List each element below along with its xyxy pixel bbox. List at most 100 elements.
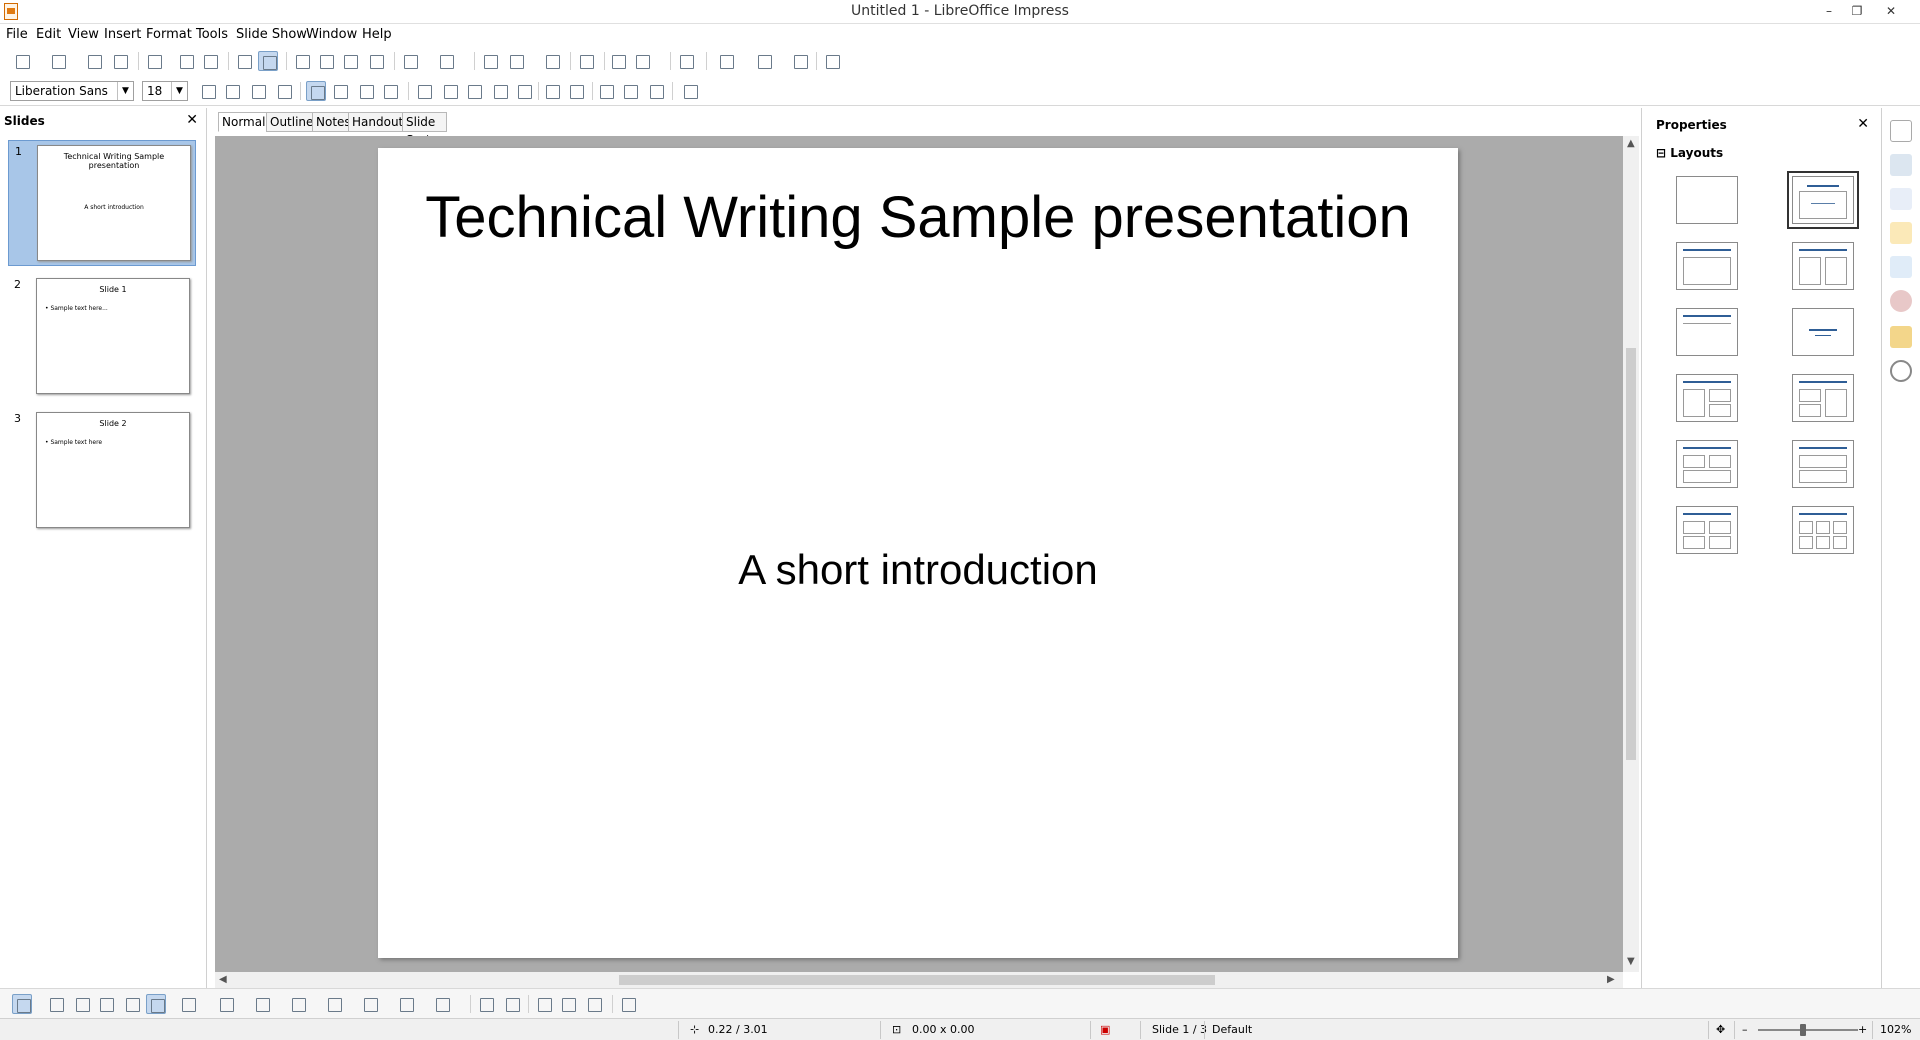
paragraph-icon[interactable] xyxy=(620,81,640,101)
menu-help[interactable]: Help xyxy=(362,27,392,42)
master-slide-icon[interactable] xyxy=(790,51,810,71)
auto-spellcheck-icon[interactable] xyxy=(258,51,278,71)
stars-icon[interactable] xyxy=(432,994,452,1014)
layout-title-slide[interactable] xyxy=(1787,171,1859,229)
restore-button[interactable]: ❐ xyxy=(1846,2,1868,20)
curve-icon[interactable] xyxy=(178,994,198,1014)
insert-image-icon[interactable] xyxy=(558,994,578,1014)
email-icon[interactable] xyxy=(110,51,130,71)
menu-tools[interactable]: Tools xyxy=(196,27,228,42)
display-grid-icon[interactable] xyxy=(542,51,562,71)
master-page-name[interactable]: Default xyxy=(1212,1023,1252,1036)
sidebar-menu-icon[interactable] xyxy=(1890,120,1912,142)
layout-title-only[interactable] xyxy=(1676,308,1738,356)
edit-file-icon[interactable] xyxy=(144,51,164,71)
horizontal-scrollbar[interactable]: ◀ ▶ xyxy=(215,972,1623,988)
layout-title-6-content[interactable] xyxy=(1792,506,1854,554)
bullets-icon[interactable] xyxy=(414,81,434,101)
paste-icon[interactable] xyxy=(340,51,360,71)
undo-icon[interactable] xyxy=(400,51,420,71)
callouts-icon[interactable] xyxy=(396,994,416,1014)
display-views-icon[interactable] xyxy=(754,51,774,71)
menu-window[interactable]: Window xyxy=(306,27,357,42)
styles-icon[interactable] xyxy=(1890,290,1912,312)
copy-icon[interactable] xyxy=(316,51,336,71)
menu-slide-show[interactable]: Slide Show xyxy=(236,27,307,42)
block-arrows-icon[interactable] xyxy=(324,994,344,1014)
tab-normal[interactable]: Normal xyxy=(218,112,270,132)
connector-icon[interactable] xyxy=(216,994,236,1014)
start-slideshow-icon[interactable] xyxy=(822,51,842,71)
ellipse-icon[interactable] xyxy=(122,994,142,1014)
zoom-out-button[interactable]: – xyxy=(1742,1023,1748,1036)
font-color-icon[interactable] xyxy=(680,81,700,101)
slide-thumbnail-3[interactable]: 3 Slide 2 • Sample text here xyxy=(8,408,196,534)
save-icon[interactable] xyxy=(84,51,104,71)
close-icon[interactable]: ✕ xyxy=(186,112,198,128)
chevron-down-icon[interactable]: ▼ xyxy=(117,82,133,100)
gallery-icon[interactable] xyxy=(1890,326,1912,348)
menu-format[interactable]: Format xyxy=(146,27,192,42)
zoom-slider-handle[interactable] xyxy=(1800,1024,1806,1036)
new-document-icon[interactable] xyxy=(12,51,32,71)
align-left-icon[interactable] xyxy=(306,81,326,101)
line-spacing-icon[interactable] xyxy=(646,81,666,101)
gallery-toolbar-icon[interactable] xyxy=(584,994,604,1014)
table-icon[interactable] xyxy=(506,51,526,71)
zoom-icon[interactable] xyxy=(632,51,652,71)
slide-layout-icon[interactable] xyxy=(716,51,736,71)
navigator-icon[interactable] xyxy=(1890,360,1912,382)
line-icon[interactable] xyxy=(46,994,66,1014)
redo-icon[interactable] xyxy=(436,51,456,71)
zoom-level[interactable]: 102% xyxy=(1880,1023,1911,1036)
slide-thumbnail-2[interactable]: 2 Slide 1 • Sample text here... xyxy=(8,274,196,400)
close-window-button[interactable]: ✕ xyxy=(1880,2,1902,20)
text-icon[interactable] xyxy=(146,994,166,1014)
help-icon[interactable] xyxy=(676,51,696,71)
vertical-scrollbar[interactable]: ▲ ▼ xyxy=(1623,136,1639,972)
tab-slide-sorter[interactable]: Slide Sorter xyxy=(402,112,447,147)
scroll-left-icon[interactable]: ◀ xyxy=(219,974,227,985)
clone-formatting-icon[interactable] xyxy=(366,51,386,71)
points-icon[interactable] xyxy=(476,994,496,1014)
layout-title-2-content-content[interactable] xyxy=(1676,374,1738,422)
slide-subtitle-textbox[interactable]: A short introduction xyxy=(378,546,1458,594)
shadow-icon[interactable] xyxy=(274,81,294,101)
fontwork-icon[interactable] xyxy=(534,994,554,1014)
layouts-section-header[interactable]: ⊟ Layouts xyxy=(1656,146,1723,160)
document-modified-icon[interactable]: ▣ xyxy=(1100,1023,1110,1036)
layout-centered-text[interactable] xyxy=(1792,308,1854,356)
layout-blank[interactable] xyxy=(1676,176,1738,224)
slide-thumbnail-1[interactable]: 1 Technical Writing Sample presentation … xyxy=(8,140,196,266)
chevron-down-icon[interactable]: ▼ xyxy=(171,82,187,100)
layout-title-2-content-over-content[interactable] xyxy=(1676,440,1738,488)
print-icon[interactable] xyxy=(200,51,220,71)
glue-points-icon[interactable] xyxy=(502,994,522,1014)
menu-view[interactable]: View xyxy=(68,27,99,42)
basic-shapes-icon[interactable] xyxy=(252,994,272,1014)
move-up-icon[interactable] xyxy=(490,81,510,101)
slide-transition-icon[interactable] xyxy=(1890,256,1912,278)
layout-title-content-2-content[interactable] xyxy=(1792,374,1854,422)
tab-outline[interactable]: Outline xyxy=(266,112,318,132)
scroll-right-icon[interactable]: ▶ xyxy=(1607,974,1615,985)
align-center-icon[interactable] xyxy=(330,81,350,101)
increase-font-icon[interactable] xyxy=(542,81,562,101)
decrease-font-icon[interactable] xyxy=(566,81,586,101)
bold-icon[interactable] xyxy=(198,81,218,101)
layout-title-content[interactable] xyxy=(1676,242,1738,290)
layout-title-4-content[interactable] xyxy=(1676,506,1738,554)
chart-icon[interactable] xyxy=(480,51,500,71)
menu-file[interactable]: File xyxy=(6,27,28,42)
zoom-in-button[interactable]: + xyxy=(1858,1023,1867,1036)
italic-icon[interactable] xyxy=(222,81,242,101)
demote-icon[interactable] xyxy=(440,81,460,101)
tab-handout[interactable]: Handout xyxy=(348,112,408,132)
scroll-thumb[interactable] xyxy=(619,975,1215,985)
underline-icon[interactable] xyxy=(248,81,268,101)
slide-title-textbox[interactable]: Technical Writing Sample presentation xyxy=(378,184,1458,251)
export-pdf-icon[interactable] xyxy=(176,51,196,71)
scroll-thumb[interactable] xyxy=(1626,348,1636,760)
font-size-box[interactable]: 18 ▼ xyxy=(142,81,188,101)
zoom-slider[interactable] xyxy=(1758,1029,1858,1031)
